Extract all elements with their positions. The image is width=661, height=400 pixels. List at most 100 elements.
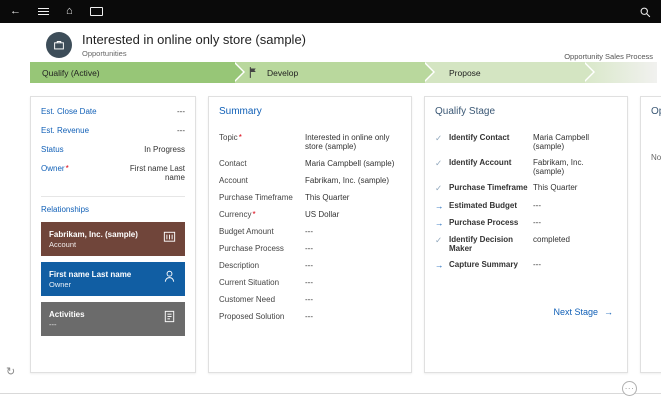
more-commands-button[interactable]: ···: [622, 381, 637, 396]
field-row: Customer Need ---: [209, 291, 411, 308]
record-header-text: Interested in online only store (sample)…: [82, 32, 306, 58]
field-label: Status: [41, 145, 64, 154]
field-value[interactable]: This Quarter: [305, 193, 401, 202]
process-step: ✓ Identify Account Fabrikam, Inc. (sampl…: [425, 154, 627, 179]
process-name-label: Opportunity Sales Process: [564, 52, 653, 61]
field-value[interactable]: First name Last name: [115, 164, 185, 182]
stage-qualify[interactable]: Qualify (Active): [30, 62, 235, 83]
process-step: ✓ Identify Decision Maker completed: [425, 231, 627, 256]
tile-account[interactable]: Fabrikam, Inc. (sample) Account: [41, 222, 185, 256]
field-row: Est. Revenue ---: [41, 126, 185, 135]
relationships-section-title: Relationships: [41, 196, 185, 214]
qualify-stage-title: Qualify Stage: [425, 97, 627, 129]
field-label: Topic: [219, 133, 238, 142]
step-label: Purchase Timeframe: [449, 183, 533, 192]
right-section-empty-text: No d: [641, 129, 661, 162]
required-asterisk: *: [252, 210, 255, 219]
step-status-icon: →: [435, 201, 449, 211]
step-value[interactable]: completed: [533, 235, 617, 244]
tile-subtitle: Owner: [49, 280, 162, 289]
field-row: Est. Close Date ---: [41, 107, 185, 116]
record-header: Interested in online only store (sample)…: [0, 23, 661, 60]
step-label: Capture Summary: [449, 260, 533, 269]
process-step: → Purchase Process ---: [425, 214, 627, 231]
stage-flag-icon: [249, 67, 258, 78]
field-value[interactable]: In Progress: [144, 145, 185, 154]
field-value[interactable]: ---: [305, 261, 401, 270]
step-status-icon: ✓: [435, 133, 449, 144]
step-status-icon: ✓: [435, 158, 449, 169]
horizontal-scrollbar[interactable]: [0, 393, 661, 394]
field-label: Purchase Process: [219, 244, 284, 253]
step-label: Identify Decision Maker: [449, 235, 533, 253]
tile-title: First name Last name: [49, 270, 162, 279]
field-label: Owner*: [41, 164, 69, 173]
field-row: Status In Progress: [41, 145, 185, 154]
back-icon[interactable]: ←: [10, 6, 21, 17]
tile-subtitle: ---: [49, 320, 162, 329]
field-label: Currency: [219, 210, 251, 219]
step-value[interactable]: ---: [533, 218, 617, 227]
field-value[interactable]: Fabrikam, Inc. (sample): [305, 176, 401, 185]
stage-track-remainder: [585, 62, 657, 83]
step-value[interactable]: This Quarter: [533, 183, 617, 192]
menu-icon[interactable]: [38, 6, 49, 17]
field-row: Current Situation ---: [209, 274, 411, 291]
summary-section: Summary Topic* Interested in online only…: [208, 96, 412, 373]
step-value[interactable]: ---: [533, 201, 617, 210]
field-row: Purchase Timeframe This Quarter: [209, 189, 411, 206]
field-row: Budget Amount ---: [209, 223, 411, 240]
next-stage-button[interactable]: Next Stage→: [425, 307, 627, 317]
process-step: → Estimated Budget ---: [425, 197, 627, 214]
field-row: Account Fabrikam, Inc. (sample): [209, 172, 411, 189]
field-label: Budget Amount: [219, 227, 274, 236]
business-process-flow: Qualify (Active) Develop Propose: [30, 62, 657, 83]
field-row: Topic* Interested in online only store (…: [209, 129, 411, 155]
field-value[interactable]: ---: [305, 312, 401, 321]
field-value[interactable]: ---: [305, 278, 401, 287]
tile-title: Fabrikam, Inc. (sample): [49, 230, 162, 239]
tile-activities[interactable]: Activities ---: [41, 302, 185, 336]
field-value[interactable]: ---: [305, 244, 401, 253]
field-label: Current Situation: [219, 278, 279, 287]
field-row: Purchase Process ---: [209, 240, 411, 257]
step-value[interactable]: Maria Campbell (sample): [533, 133, 617, 151]
step-value[interactable]: Fabrikam, Inc. (sample): [533, 158, 617, 176]
stage-propose[interactable]: Propose: [425, 62, 585, 83]
field-value[interactable]: ---: [305, 227, 401, 236]
dashboard-icon[interactable]: [90, 7, 103, 16]
step-label: Estimated Budget: [449, 201, 533, 210]
tile-title: Activities: [49, 310, 162, 319]
field-label: Proposed Solution: [219, 312, 284, 321]
field-value[interactable]: US Dollar: [305, 210, 401, 219]
record-title: Interested in online only store (sample): [82, 32, 306, 47]
stage-label: Propose: [449, 68, 481, 78]
tile-owner[interactable]: First name Last name Owner: [41, 262, 185, 296]
step-value[interactable]: ---: [533, 260, 617, 269]
refresh-icon[interactable]: ↻: [6, 365, 15, 378]
process-step: ✓ Identify Contact Maria Campbell (sampl…: [425, 129, 627, 154]
stage-develop[interactable]: Develop: [235, 62, 425, 83]
field-label: Customer Need: [219, 295, 275, 304]
step-label: Identify Account: [449, 158, 533, 167]
home-icon[interactable]: ⌂: [66, 6, 73, 17]
field-value[interactable]: ---: [305, 295, 401, 304]
field-row: Description ---: [209, 257, 411, 274]
process-step: ✓ Purchase Timeframe This Quarter: [425, 179, 627, 197]
field-row: Contact Maria Campbell (sample): [209, 155, 411, 172]
record-entity-type[interactable]: Opportunities: [82, 49, 306, 58]
field-row: Proposed Solution ---: [209, 308, 411, 325]
step-status-icon: →: [435, 218, 449, 228]
field-value[interactable]: Maria Campbell (sample): [305, 159, 401, 168]
required-asterisk: *: [66, 164, 69, 173]
required-asterisk: *: [239, 133, 242, 142]
search-icon[interactable]: [639, 6, 651, 18]
process-step: → Capture Summary ---: [425, 256, 627, 273]
field-value[interactable]: Interested in online only store (sample): [305, 133, 401, 151]
field-label: Description: [219, 261, 259, 270]
field-label: Purchase Timeframe: [219, 193, 293, 202]
field-value[interactable]: ---: [177, 126, 185, 135]
stage-label: Develop: [267, 68, 298, 78]
field-label: Est. Revenue: [41, 126, 89, 135]
field-value[interactable]: ---: [177, 107, 185, 116]
